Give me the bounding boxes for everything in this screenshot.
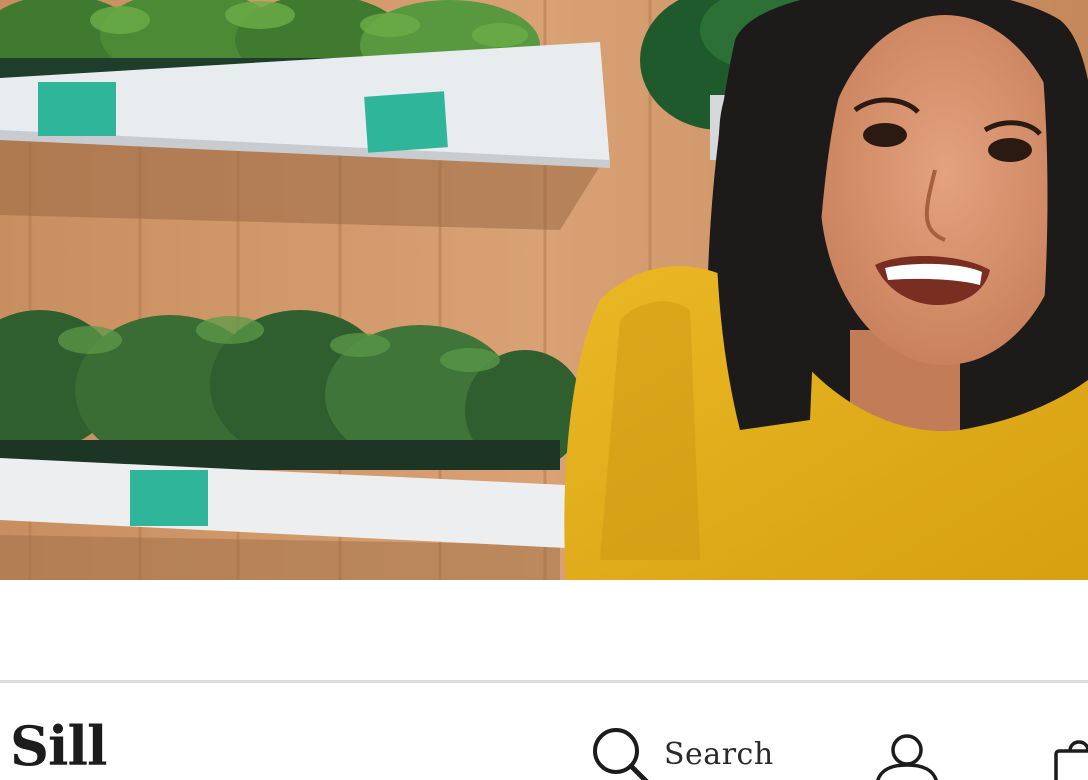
site-logo[interactable]: Sill <box>10 719 108 773</box>
search-icon <box>593 728 649 780</box>
site-header: Sill Search <box>0 680 1088 780</box>
cart-icon <box>1054 740 1088 780</box>
account-button[interactable] <box>872 733 942 780</box>
hero-image <box>0 0 1088 580</box>
user-icon <box>876 734 938 780</box>
search-button[interactable]: Search <box>592 727 774 780</box>
page: Sill Search <box>0 0 1088 780</box>
hero-spacer <box>0 580 1088 680</box>
search-label: Search <box>664 737 774 772</box>
cart-button[interactable] <box>1050 733 1088 780</box>
hero-illustration <box>0 0 1088 580</box>
